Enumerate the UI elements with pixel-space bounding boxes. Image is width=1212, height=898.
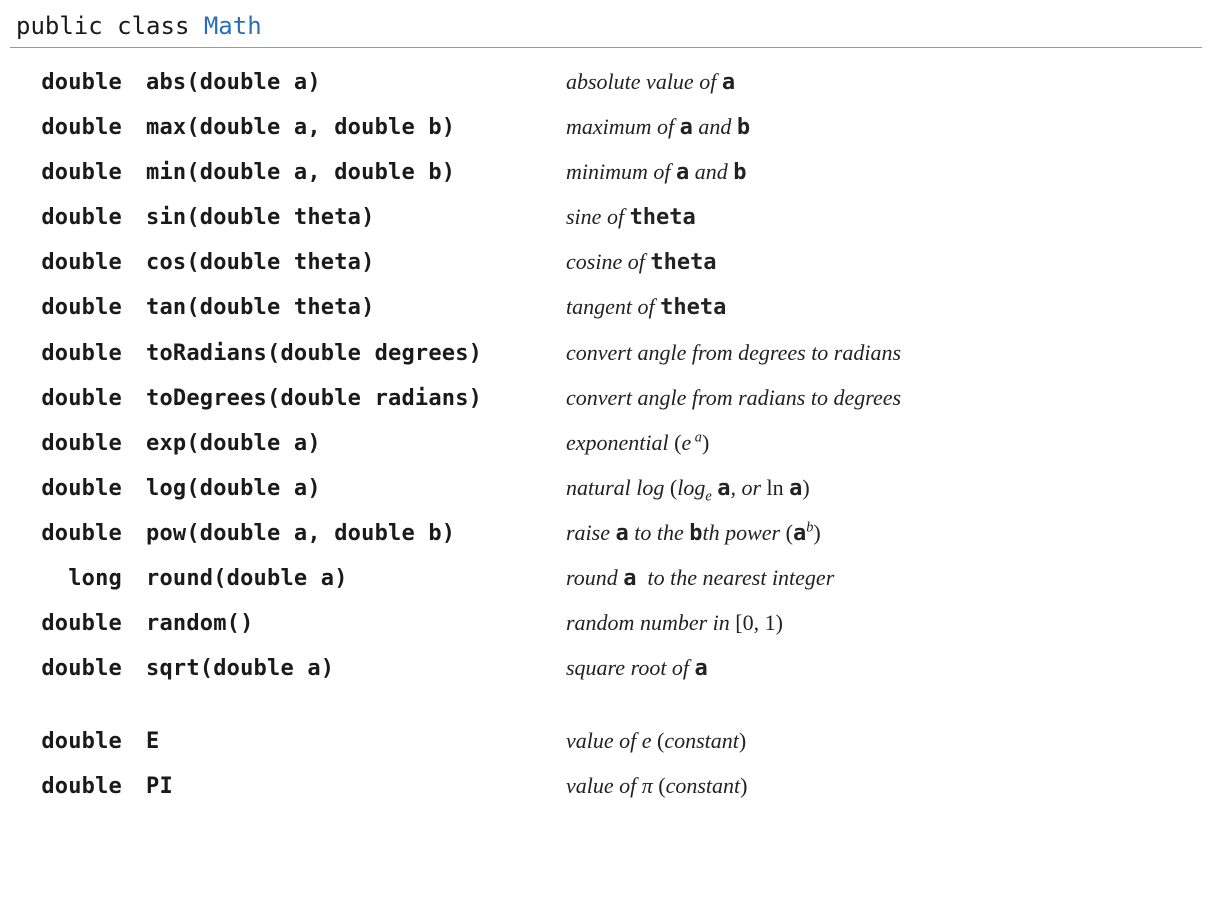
signature: pow(double a, double b) xyxy=(146,517,566,551)
description: random number in [0, 1) xyxy=(566,606,1202,640)
return-type: long xyxy=(10,562,146,596)
method-row: doubleexp(double a)exponential (e a) xyxy=(10,421,1202,466)
signature: PI xyxy=(146,770,566,804)
method-row: doublelog(double a)natural log (loge a, … xyxy=(10,466,1202,511)
description: exponential (e a) xyxy=(566,426,1202,460)
signature: cos(double theta) xyxy=(146,246,566,280)
signature: max(double a, double b) xyxy=(146,111,566,145)
description: sine of theta xyxy=(566,200,1202,235)
return-type: double xyxy=(10,652,146,686)
description: convert angle from degrees to radians xyxy=(566,336,1202,370)
signature: random() xyxy=(146,607,566,641)
description: maximum of a and b xyxy=(566,110,1202,145)
description: cosine of theta xyxy=(566,245,1202,280)
constants-list: doubleEvalue of e (constant)doublePIvalu… xyxy=(10,719,1202,809)
description: square root of a xyxy=(566,651,1202,686)
method-row: doublerandom()random number in [0, 1) xyxy=(10,601,1202,646)
return-type: double xyxy=(10,156,146,190)
signature: exp(double a) xyxy=(146,427,566,461)
return-type: double xyxy=(10,201,146,235)
method-row: doublepow(double a, double b)raise a to … xyxy=(10,511,1202,556)
method-row: doubleabs(double a)absolute value of a xyxy=(10,60,1202,105)
return-type: double xyxy=(10,66,146,100)
method-row: longround(double a)round a to the neares… xyxy=(10,556,1202,601)
signature: min(double a, double b) xyxy=(146,156,566,190)
signature: log(double a) xyxy=(146,472,566,506)
return-type: double xyxy=(10,382,146,416)
return-type: double xyxy=(10,337,146,371)
signature: E xyxy=(146,725,566,759)
signature: sin(double theta) xyxy=(146,201,566,235)
method-row: doublemin(double a, double b)minimum of … xyxy=(10,150,1202,195)
signature: sqrt(double a) xyxy=(146,652,566,686)
method-row: doublesin(double theta)sine of theta xyxy=(10,195,1202,240)
method-row: doublesqrt(double a)square root of a xyxy=(10,646,1202,691)
method-row: doubletoDegrees(double radians)convert a… xyxy=(10,376,1202,421)
signature: toRadians(double degrees) xyxy=(146,337,566,371)
return-type: double xyxy=(10,111,146,145)
method-row: doublecos(double theta)cosine of theta xyxy=(10,240,1202,285)
return-type: double xyxy=(10,607,146,641)
description: convert angle from radians to degrees xyxy=(566,381,1202,415)
signature: abs(double a) xyxy=(146,66,566,100)
description: raise a to the bth power (ab) xyxy=(566,516,1202,551)
description: minimum of a and b xyxy=(566,155,1202,190)
description: round a to the nearest integer xyxy=(566,561,1202,596)
return-type: double xyxy=(10,770,146,804)
return-type: double xyxy=(10,472,146,506)
description: absolute value of a xyxy=(566,65,1202,100)
constant-row: doubleEvalue of e (constant) xyxy=(10,719,1202,764)
return-type: double xyxy=(10,725,146,759)
return-type: double xyxy=(10,517,146,551)
signature: tan(double theta) xyxy=(146,291,566,325)
description: value of e (constant) xyxy=(566,724,1202,758)
class-name: Math xyxy=(204,12,262,40)
method-row: doublemax(double a, double b)maximum of … xyxy=(10,105,1202,150)
signature: round(double a) xyxy=(146,562,566,596)
return-type: double xyxy=(10,291,146,325)
description: natural log (loge a, or ln a) xyxy=(566,471,1202,506)
description: tangent of theta xyxy=(566,290,1202,325)
return-type: double xyxy=(10,427,146,461)
constant-row: doublePIvalue of π (constant) xyxy=(10,764,1202,809)
signature: toDegrees(double radians) xyxy=(146,382,566,416)
methods-list: doubleabs(double a)absolute value of ado… xyxy=(10,60,1202,691)
return-type: double xyxy=(10,246,146,280)
method-row: doubletoRadians(double degrees)convert a… xyxy=(10,331,1202,376)
class-prefix: public class xyxy=(16,12,204,40)
method-row: doubletan(double theta)tangent of theta xyxy=(10,285,1202,330)
class-declaration: public class Math xyxy=(10,12,1202,48)
description: value of π (constant) xyxy=(566,769,1202,803)
